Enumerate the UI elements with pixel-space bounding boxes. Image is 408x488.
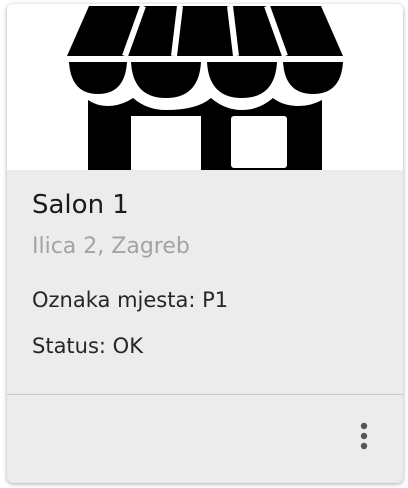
- card-divider: [7, 394, 403, 395]
- card-media: [7, 4, 403, 170]
- card-title: Salon 1: [32, 190, 129, 220]
- storefront-icon: [67, 4, 343, 170]
- card-address: Ilica 2, Zagreb: [32, 234, 190, 259]
- location-card: Salon 1 Ilica 2, Zagreb Oznaka mjesta: P…: [7, 4, 403, 483]
- place-label: Oznaka mjesta: P1: [32, 288, 229, 312]
- more-vertical-icon: [360, 422, 368, 450]
- status-label: Status: OK: [32, 334, 143, 358]
- more-options-button[interactable]: [350, 416, 378, 456]
